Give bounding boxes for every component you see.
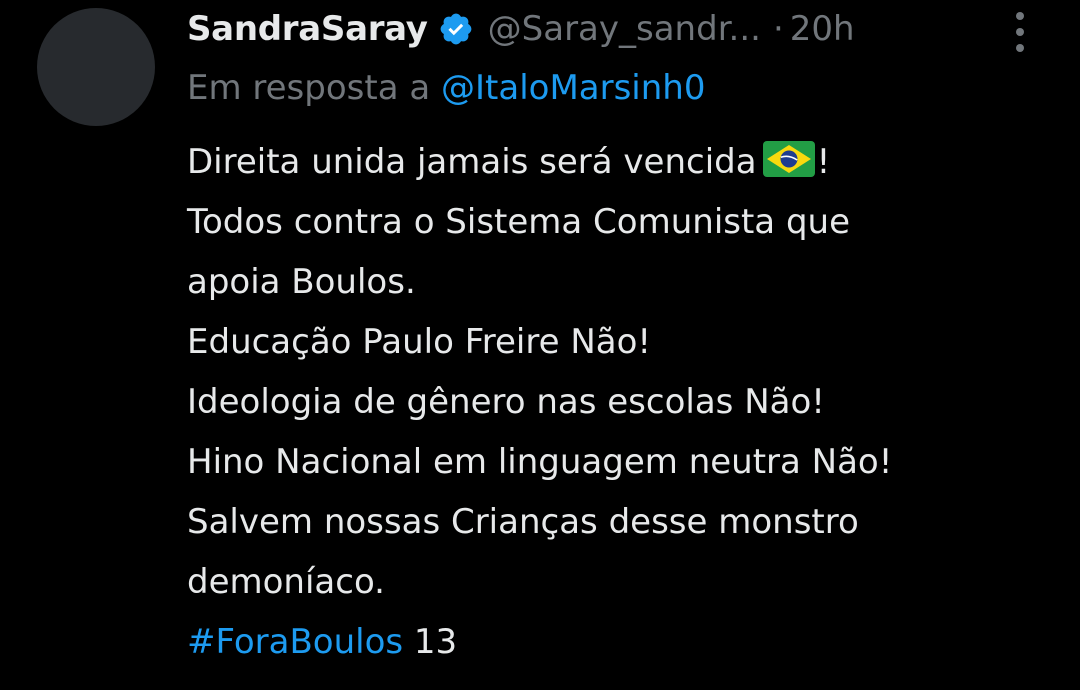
tweet-line: Direita unida jamais será vencida !	[187, 141, 831, 182]
tweet-line: Educação Paulo Freire Não!	[187, 322, 652, 362]
brazil-flag-icon	[762, 141, 815, 177]
tweet-line: apoia Boulos.	[187, 262, 416, 302]
reply-context: Em resposta a @ItaloMarsinh0	[187, 68, 705, 108]
reply-target-link[interactable]: @ItaloMarsinh0	[441, 68, 705, 108]
hashtag-link[interactable]: #ForaBoulos	[187, 622, 403, 662]
verified-badge-icon	[440, 13, 472, 45]
tweet-text: Direita unida jamais será vencida ! Todo…	[187, 132, 1047, 672]
handle[interactable]: @Saray_sandr...	[488, 9, 761, 49]
more-options-icon[interactable]	[1013, 12, 1027, 52]
tweet-line: Ideologia de gênero nas escolas Não!	[187, 382, 825, 422]
avatar[interactable]	[37, 8, 155, 126]
tweet-line-hashtag: #ForaBoulos 13	[187, 612, 1047, 672]
reply-prefix: Em resposta a	[187, 68, 431, 108]
tweet-line: demoníaco.	[187, 562, 385, 602]
timestamp[interactable]: 20h	[790, 9, 855, 49]
separator-dot: ·	[772, 9, 784, 49]
tweet-line: Todos contra o Sistema Comunista que	[187, 202, 850, 242]
tweet-line: Salvem nossas Crianças desse monstro	[187, 502, 859, 542]
tweet[interactable]: SandraSaray @Saray_sandr... · 20h Em res…	[0, 0, 1080, 690]
tweet-header: SandraSaray @Saray_sandr... · 20h	[187, 4, 1037, 54]
tweet-line: Hino Nacional em linguagem neutra Não!	[187, 442, 893, 482]
hashtag-suffix: 13	[413, 622, 458, 662]
display-name[interactable]: SandraSaray	[187, 9, 428, 49]
